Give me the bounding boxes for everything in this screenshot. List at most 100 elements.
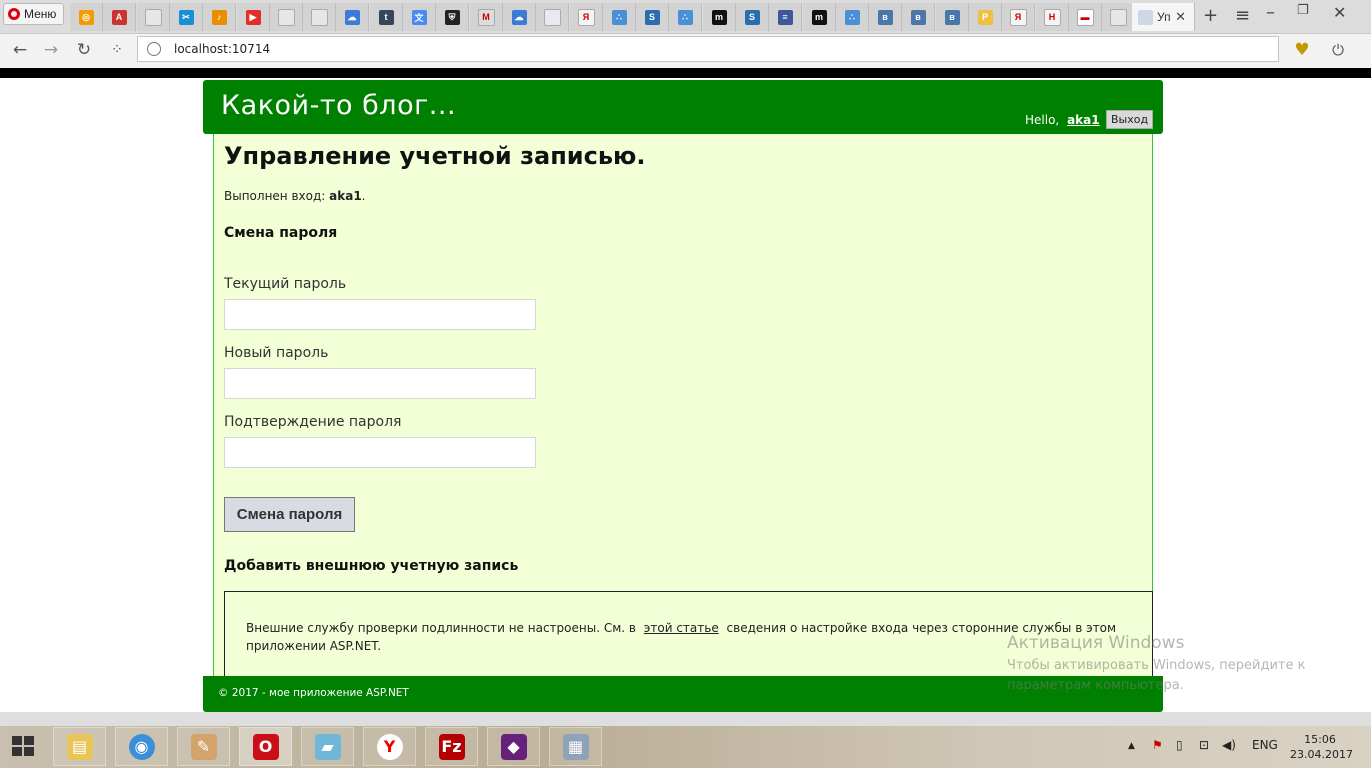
browser-tab[interactable]: Я [570,3,603,31]
heart-icon[interactable]: ♥ [1292,40,1312,60]
browser-tab[interactable]: ≡ [769,3,802,31]
footer-text: © 2017 - мое приложение ASP.NET [218,687,409,699]
taskbar-app[interactable]: ◆ [487,727,540,766]
browser-tab[interactable]: m [803,3,836,31]
external-article-link[interactable]: этой статье [644,621,719,635]
browser-tab[interactable] [536,3,569,31]
browser-tab[interactable]: P [969,3,1002,31]
browser-tab[interactable]: ♪ [203,3,236,31]
tab-active[interactable]: Уп ✕ [1132,3,1195,31]
browser-tab[interactable]: S [636,3,669,31]
browser-tab[interactable]: H [1036,3,1069,31]
username-link[interactable]: aka1 [1067,113,1100,127]
site-info-icon[interactable] [147,42,161,56]
forward-icon[interactable]: → [41,40,61,60]
opera-icon [8,8,20,20]
browser-tab[interactable]: ∴ [836,3,869,31]
taskbar-app[interactable]: O [239,727,292,766]
new-password-input[interactable] [224,368,536,399]
browser-tab[interactable]: 文 [403,3,436,31]
browser-tab[interactable]: ⛨ [436,3,469,31]
youtube-icon: ▶ [245,9,261,25]
action-center-icon[interactable]: ⚑ [1152,738,1163,752]
clock[interactable]: 15:06 23.04.2017 [1290,732,1353,762]
restore-icon[interactable]: ❐ [1297,3,1309,18]
tray-expand-icon[interactable]: ▲ [1128,741,1135,751]
dots-icon: ∴ [844,9,860,25]
tab-menu-icon[interactable]: ≡ [1235,5,1250,26]
yandex-icon: Я [1009,8,1027,26]
page-icon [1138,9,1153,25]
visual-studio-icon: ◆ [500,733,527,760]
site-title[interactable]: Какой-то блог... [221,90,456,121]
address-input[interactable]: localhost:10714 [137,36,1279,62]
m-icon: m [811,9,827,25]
speed-dial-icon[interactable]: ⁘ [107,40,127,60]
browser-tab[interactable]: ✂ [170,3,203,31]
browser-tab[interactable] [270,3,303,31]
shield-icon: ⛨ [444,9,460,25]
main-content: Управление учетной записью. Выполнен вхо… [213,134,1153,681]
browser-tab[interactable]: ☁ [503,3,536,31]
language-indicator[interactable]: ENG [1252,738,1278,752]
toolbar-divider [0,68,1371,78]
new-password-label: Новый пароль [224,345,329,361]
current-password-label: Текущий пароль [224,276,347,292]
tumblr-icon: t [378,9,394,25]
page-icon [310,8,328,26]
browser-tab[interactable]: в [869,3,902,31]
browser-tab[interactable] [1102,3,1135,31]
vk-icon: в [877,9,893,25]
window-close-icon[interactable]: ✕ [1333,3,1346,22]
taskbar-app[interactable]: Fz [425,727,478,766]
taskbar-app[interactable]: Y [363,727,416,766]
pma-icon: P [977,9,993,25]
browser-tab[interactable]: ◎ [70,3,103,31]
flag-icon: ▬ [1076,8,1094,26]
volume-icon[interactable]: ◀) [1222,738,1236,752]
taskbar-app[interactable]: ▤ [53,727,106,766]
browser-tab[interactable]: в [902,3,935,31]
browser-tab[interactable]: ▶ [237,3,270,31]
browser-tab[interactable]: ☁ [336,3,369,31]
browser-tab[interactable]: в [936,3,969,31]
browser-tab[interactable]: Я [1002,3,1035,31]
chrome-icon: ◉ [128,733,155,760]
translate-icon: 文 [411,9,427,25]
close-tab-icon[interactable]: ✕ [1175,9,1186,25]
back-icon[interactable]: ← [10,40,30,60]
windows-activation-title: Активация Windows [1007,633,1185,653]
current-password-input[interactable] [224,299,536,330]
browser-tab[interactable]: ▬ [1069,3,1102,31]
opera-menu-button[interactable]: Меню [3,3,64,25]
windows-logo-icon [12,736,22,745]
change-password-button[interactable]: Смена пароля [224,497,355,532]
browser-tab[interactable]: m [703,3,736,31]
battery-icon[interactable]: ▯ [1176,738,1183,752]
taskbar-app[interactable]: ▰ [301,727,354,766]
page-icon [144,8,162,26]
start-button[interactable] [12,736,38,758]
stack-icon: ≡ [777,9,793,25]
browser-tab[interactable]: S [736,3,769,31]
minimize-icon[interactable]: – [1266,2,1275,23]
taskbar-app[interactable]: ◉ [115,727,168,766]
network-tray-icon[interactable]: ⊡ [1199,738,1209,752]
logged-in-text: Выполнен вход: aka1. [224,189,366,203]
download-icon[interactable]: ⏻ [1328,40,1348,60]
browser-tab[interactable]: t [370,3,403,31]
logout-button[interactable]: Выход [1106,110,1154,129]
confirm-password-input[interactable] [224,437,536,468]
browser-tab[interactable]: ∴ [603,3,636,31]
hello-label: Hello, [1025,113,1060,127]
new-tab-icon[interactable]: + [1203,5,1218,26]
browser-tab[interactable]: A [103,3,136,31]
window-bottom-edge [0,712,1371,726]
browser-tab[interactable] [137,3,170,31]
reload-icon[interactable]: ↻ [74,40,94,60]
browser-tab[interactable]: M [470,3,503,31]
taskbar-app[interactable]: ✎ [177,727,230,766]
taskbar-app[interactable]: ▦ [549,727,602,766]
browser-tab[interactable]: ∴ [669,3,702,31]
browser-tab[interactable] [303,3,336,31]
